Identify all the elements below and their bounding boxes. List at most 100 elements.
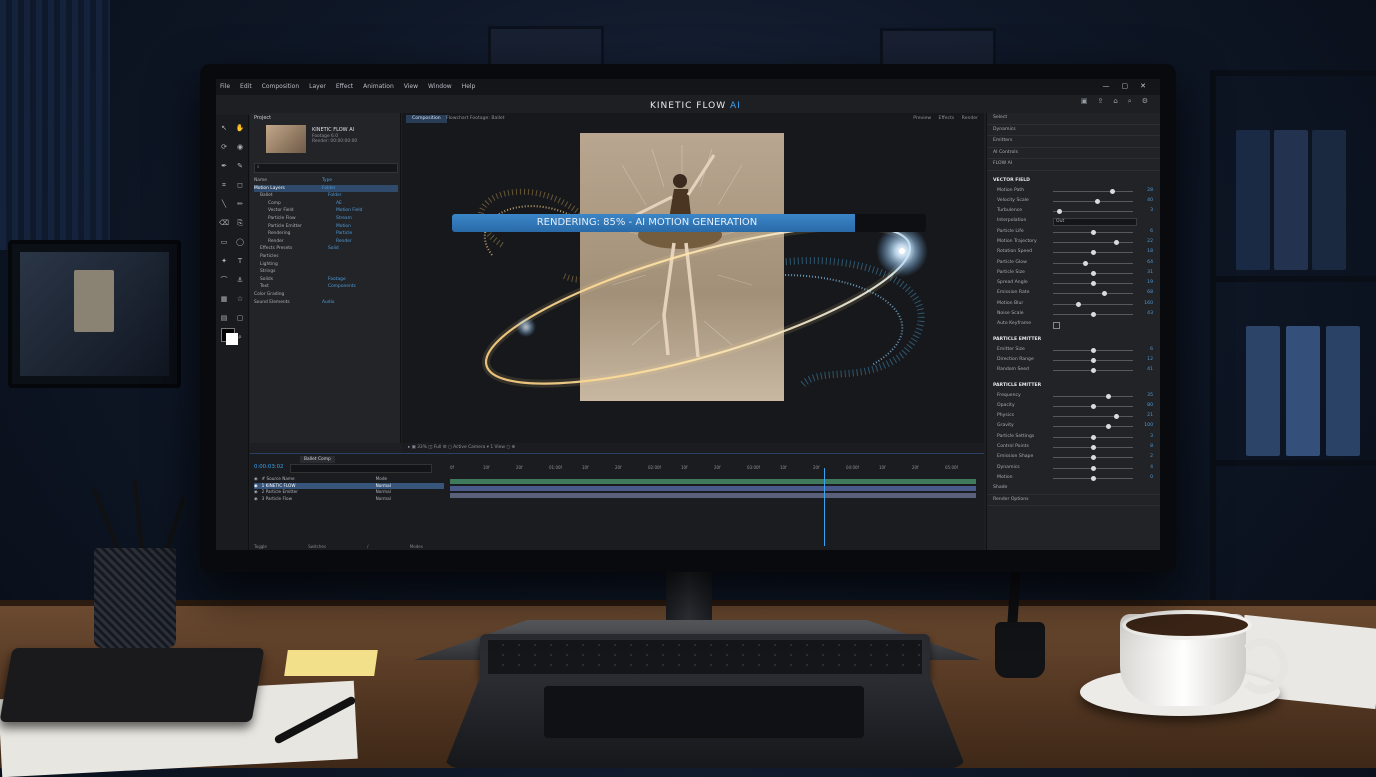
property-slider[interactable] [1053,281,1133,287]
timeline-footer[interactable]: Toggle Switches / Modes [254,544,423,549]
layer-tool-icon[interactable]: ▤ [219,313,229,323]
project-item[interactable]: Ballet Folder [254,192,398,200]
property-slider[interactable] [1053,198,1133,204]
rotate-tool-icon[interactable]: ⟳ [219,142,229,152]
slider-knob[interactable] [1091,347,1096,353]
slider-knob[interactable] [1091,250,1096,256]
property-value[interactable]: 22 [1147,237,1153,247]
project-item[interactable]: Render Render [254,238,398,246]
line-tool-icon[interactable]: ╲ [219,199,229,209]
property-value[interactable]: 6 [1150,345,1153,355]
section-item[interactable]: Render Options [987,495,1160,507]
property-slider[interactable] [1053,188,1133,194]
ellipse-tool-icon[interactable]: ◯ [235,237,245,247]
menu-item-file[interactable]: File [220,83,230,90]
tab-composition[interactable]: Composition [406,115,447,123]
anchor-tool-icon[interactable]: ⚓ [235,275,245,285]
section-item[interactable]: Shade [987,483,1160,495]
maximize-button[interactable]: ▢ [1122,82,1129,90]
menu-item-composition[interactable]: Composition [262,83,299,90]
notification-icon[interactable]: ⌂ [1113,97,1117,106]
property-value[interactable]: 21 [1147,411,1153,421]
property-slider[interactable] [1053,465,1133,471]
star-tool-icon[interactable]: ☆ [235,294,245,304]
slider-knob[interactable] [1091,434,1096,440]
shape-tool-icon[interactable]: ▭ [219,237,229,247]
property-value[interactable]: 35 [1147,391,1153,401]
property-value[interactable]: 12 [1147,355,1153,365]
property-value[interactable]: 43 [1147,309,1153,319]
slider-knob[interactable] [1113,239,1119,245]
menu-item-help[interactable]: Help [462,83,476,90]
project-item[interactable]: Vector Field Motion Field [254,207,398,215]
timeline-layer[interactable]: ◉ 3 Particle Flow Normal [254,496,444,503]
viewer-tabs[interactable]: Flowchart Footage: Ballet [446,115,505,123]
project-item[interactable]: Motion Layers Folder [254,184,398,193]
clone-tool-icon[interactable]: ⎘ [235,218,245,228]
settings-icon[interactable]: ⚙ [1142,97,1148,106]
visibility-icon[interactable]: ◉ [254,496,258,503]
property-value[interactable]: 19 [1147,278,1153,288]
project-item[interactable]: Particle Flow Stream [254,215,398,223]
project-item[interactable]: Effects Presets Solid [254,245,398,253]
property-slider[interactable] [1053,229,1133,235]
property-slider[interactable] [1053,475,1133,481]
slider-knob[interactable] [1094,198,1100,204]
slider-knob[interactable] [1091,403,1096,409]
property-value[interactable]: 3 [1150,432,1153,442]
camera-tool-icon[interactable]: ◉ [235,142,245,152]
playhead[interactable] [824,468,825,546]
property-slider[interactable] [1053,393,1133,399]
menu-item-animation[interactable]: Animation [363,83,394,90]
slider-knob[interactable] [1110,188,1115,194]
pencil-tool-icon[interactable]: ✏ [235,199,245,209]
viewer-right-tabs[interactable]: Preview Effects Render [913,115,978,123]
property-value[interactable]: 2 [1150,452,1153,462]
slider-knob[interactable] [1091,357,1096,363]
text-tool-icon[interactable]: T [235,256,245,266]
property-slider[interactable] [1053,270,1133,276]
menu-item-edit[interactable]: Edit [240,83,252,90]
property-slider[interactable] [1053,260,1133,266]
property-value[interactable]: 100 [1144,421,1153,431]
slider-knob[interactable] [1091,270,1096,276]
slider-knob[interactable] [1075,301,1081,307]
section-item[interactable]: FLOW AI [987,159,1160,171]
property-slider[interactable] [1053,239,1133,245]
background-color-swatch[interactable] [226,333,238,345]
property-slider[interactable] [1053,368,1133,374]
property-value[interactable]: 18 [1147,247,1153,257]
property-value[interactable]: 6 [1150,227,1153,237]
time-ruler[interactable]: 0f 10f 20f 01:00f 10f 20f 02:00f 10f 20f 03:00f 10… [450,465,978,473]
brush-tool-icon[interactable]: ✎ [235,161,245,171]
crop-tool-icon[interactable]: ⌗ [219,180,229,190]
slider-knob[interactable] [1091,281,1096,287]
grid-tool-icon[interactable]: ▦ [219,294,229,304]
property-slider[interactable] [1053,424,1133,430]
menu-item-view[interactable]: View [404,83,418,90]
project-item[interactable]: Solids Footage [254,276,398,284]
section-item[interactable]: AI Controls [987,148,1160,159]
menu-item-effect[interactable]: Effect [336,83,353,90]
project-item[interactable]: Rendering Particle [254,230,398,238]
track-area[interactable] [450,476,978,500]
slider-knob[interactable] [1091,312,1096,318]
project-item[interactable]: Lighting [254,261,398,269]
frame-tool-icon[interactable]: ▢ [235,313,245,323]
timeline-search-input[interactable] [290,464,432,473]
property-value[interactable]: 160 [1144,299,1153,309]
property-value[interactable]: 31 [1147,268,1153,278]
property-value[interactable]: 64 [1147,258,1153,268]
selection-tool-icon[interactable]: ↖ [219,123,229,133]
slider-knob[interactable] [1091,229,1096,235]
tab-ballet-comp[interactable]: Ballet Comp [300,456,335,463]
property-slider[interactable] [1053,301,1133,307]
slider-knob[interactable] [1106,424,1112,430]
hand-tool-icon[interactable]: ✋ [235,123,245,133]
timecode[interactable]: 0:00:03:02 [254,464,283,470]
slider-knob[interactable] [1091,445,1096,451]
slider-knob[interactable] [1091,475,1096,481]
property-checkbox[interactable] [1053,322,1060,330]
property-value[interactable]: 68 [1147,288,1153,298]
property-slider[interactable] [1053,209,1133,215]
